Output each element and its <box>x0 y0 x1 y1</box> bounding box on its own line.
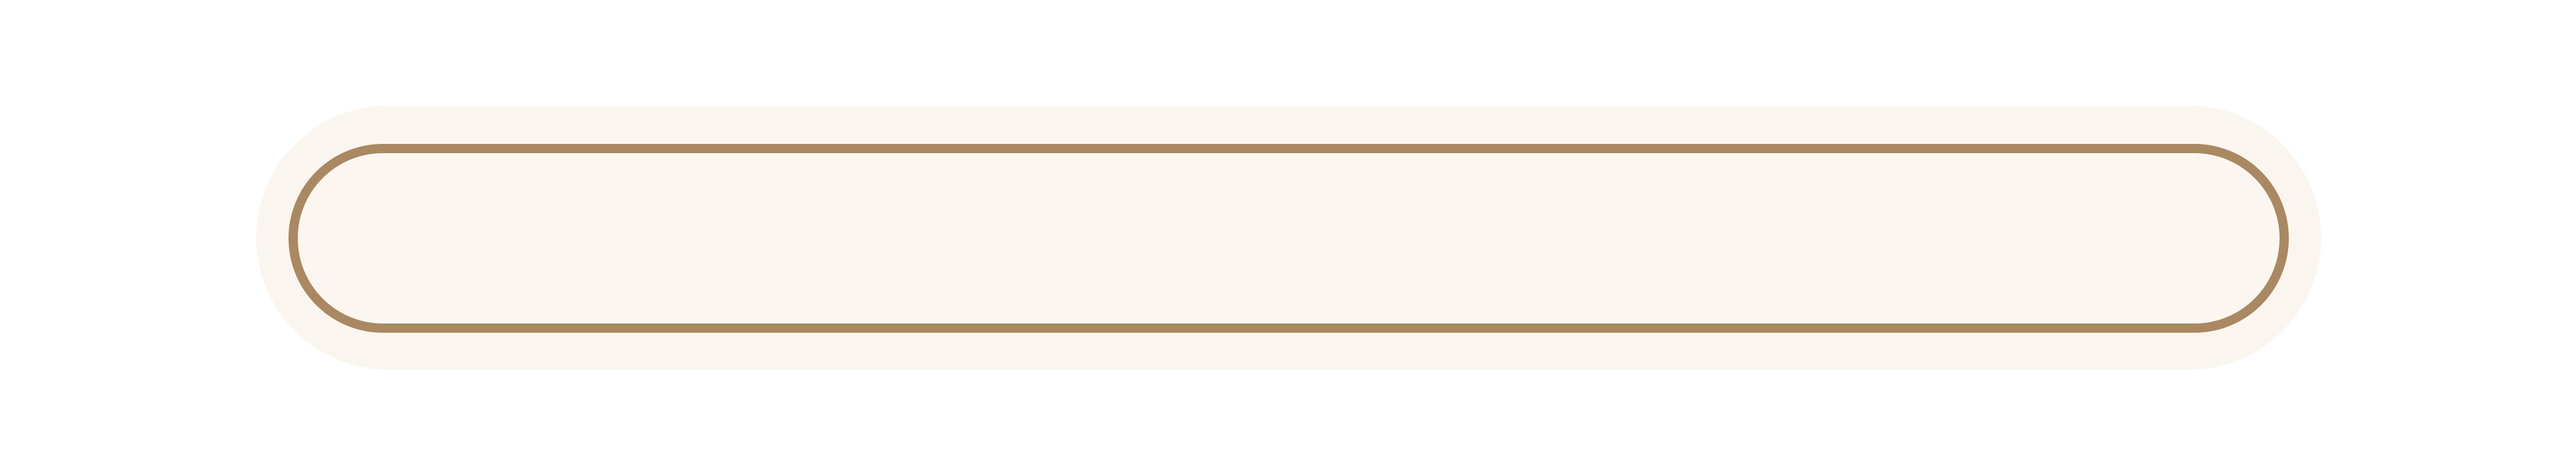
canvas <box>0 0 2576 474</box>
text-field[interactable] <box>288 144 2289 333</box>
